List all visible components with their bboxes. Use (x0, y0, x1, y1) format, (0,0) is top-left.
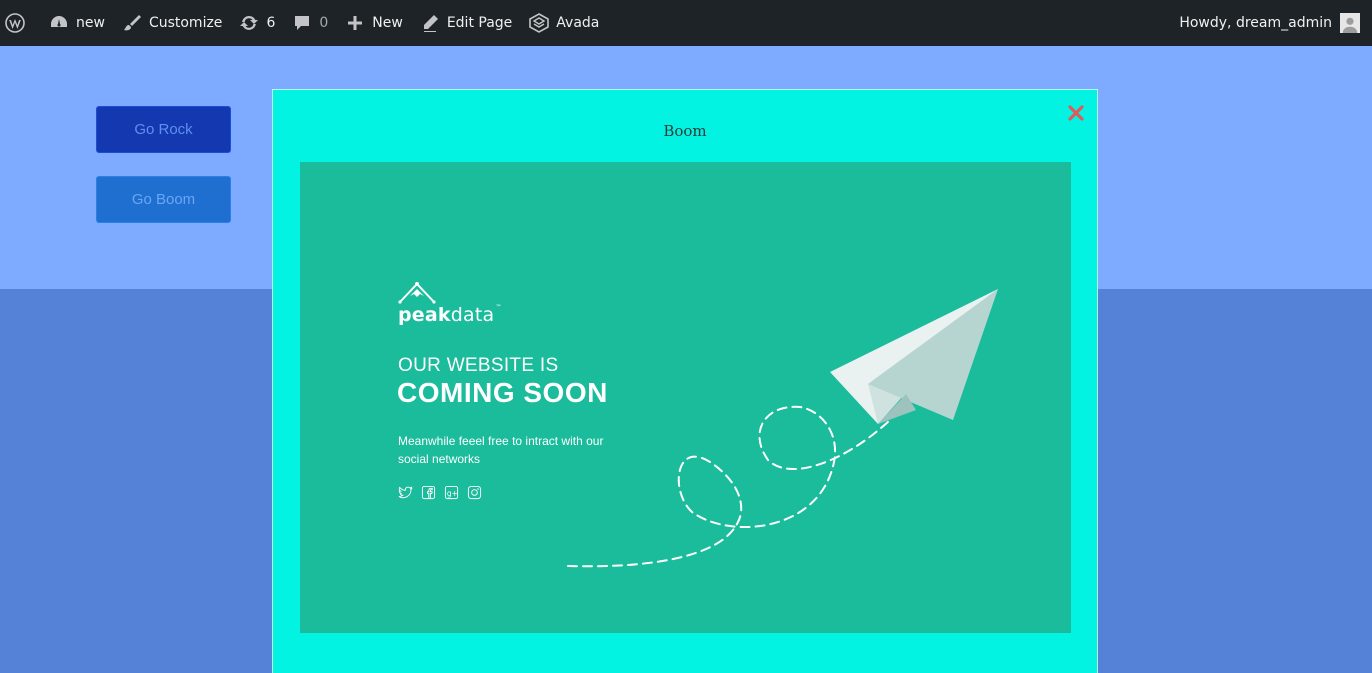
admin-bar: new Customize 6 0 New Edit Page Avada Ho… (0, 0, 1372, 46)
boom-popup: Boom peakdata™ OUR WEBSITE IS COMING SOO… (272, 89, 1098, 673)
avada-link[interactable]: Avada (520, 0, 607, 46)
comments-link[interactable]: 0 (283, 0, 336, 46)
updates-link[interactable]: 6 (230, 0, 283, 46)
customize-link[interactable]: Customize (113, 0, 231, 46)
social-links: g+ (398, 485, 482, 500)
updates-icon (238, 12, 260, 34)
peakdata-logo: peakdata™ (398, 280, 501, 326)
brush-icon (121, 12, 143, 34)
comments-count: 0 (319, 15, 329, 31)
site-name-label: new (76, 15, 105, 31)
new-label: New (372, 15, 403, 31)
edit-page-link[interactable]: Edit Page (411, 0, 520, 46)
go-boom-button[interactable]: Go Boom (96, 176, 231, 223)
wordpress-icon (4, 12, 26, 34)
close-x-icon[interactable] (1065, 102, 1087, 124)
go-rock-button[interactable]: Go Rock (96, 106, 231, 153)
edit-page-label: Edit Page (446, 15, 513, 31)
svg-text:g+: g+ (447, 489, 458, 498)
avada-icon (528, 12, 550, 34)
logo-light: data (450, 304, 495, 326)
heading-line-2: COMING SOON (397, 377, 608, 408)
heading-line-1: OUR WEBSITE IS (398, 355, 559, 376)
customize-label: Customize (148, 15, 223, 31)
wordpress-menu[interactable] (0, 0, 40, 46)
logo-trademark: ™ (495, 304, 502, 311)
new-content-link[interactable]: New (336, 0, 411, 46)
google-plus-icon[interactable]: g+ (444, 485, 459, 500)
twitter-icon[interactable] (398, 485, 413, 500)
plus-icon (344, 12, 366, 34)
avatar-icon (1340, 13, 1360, 33)
avada-label: Avada (556, 15, 600, 31)
logo-bold: peak (398, 304, 451, 326)
instagram-icon[interactable] (467, 485, 482, 500)
mountain-logo-icon (398, 282, 436, 304)
poster-description: Meanwhile feeel free to intract with our… (398, 434, 604, 466)
comment-icon (291, 12, 313, 34)
updates-count: 6 (266, 15, 276, 31)
site-name-link[interactable]: new (40, 0, 113, 46)
my-account-link[interactable]: Howdy, dream_admin (1171, 0, 1368, 46)
popup-title: Boom (663, 122, 707, 140)
pencil-icon (419, 12, 441, 34)
logo-wordmark: peakdata™ (398, 304, 502, 326)
coming-soon-poster: peakdata™ OUR WEBSITE IS COMING SOON Mea… (300, 162, 1071, 633)
dashboard-icon (48, 12, 70, 34)
howdy-label: Howdy, dream_admin (1179, 15, 1332, 31)
facebook-icon[interactable] (421, 485, 436, 500)
